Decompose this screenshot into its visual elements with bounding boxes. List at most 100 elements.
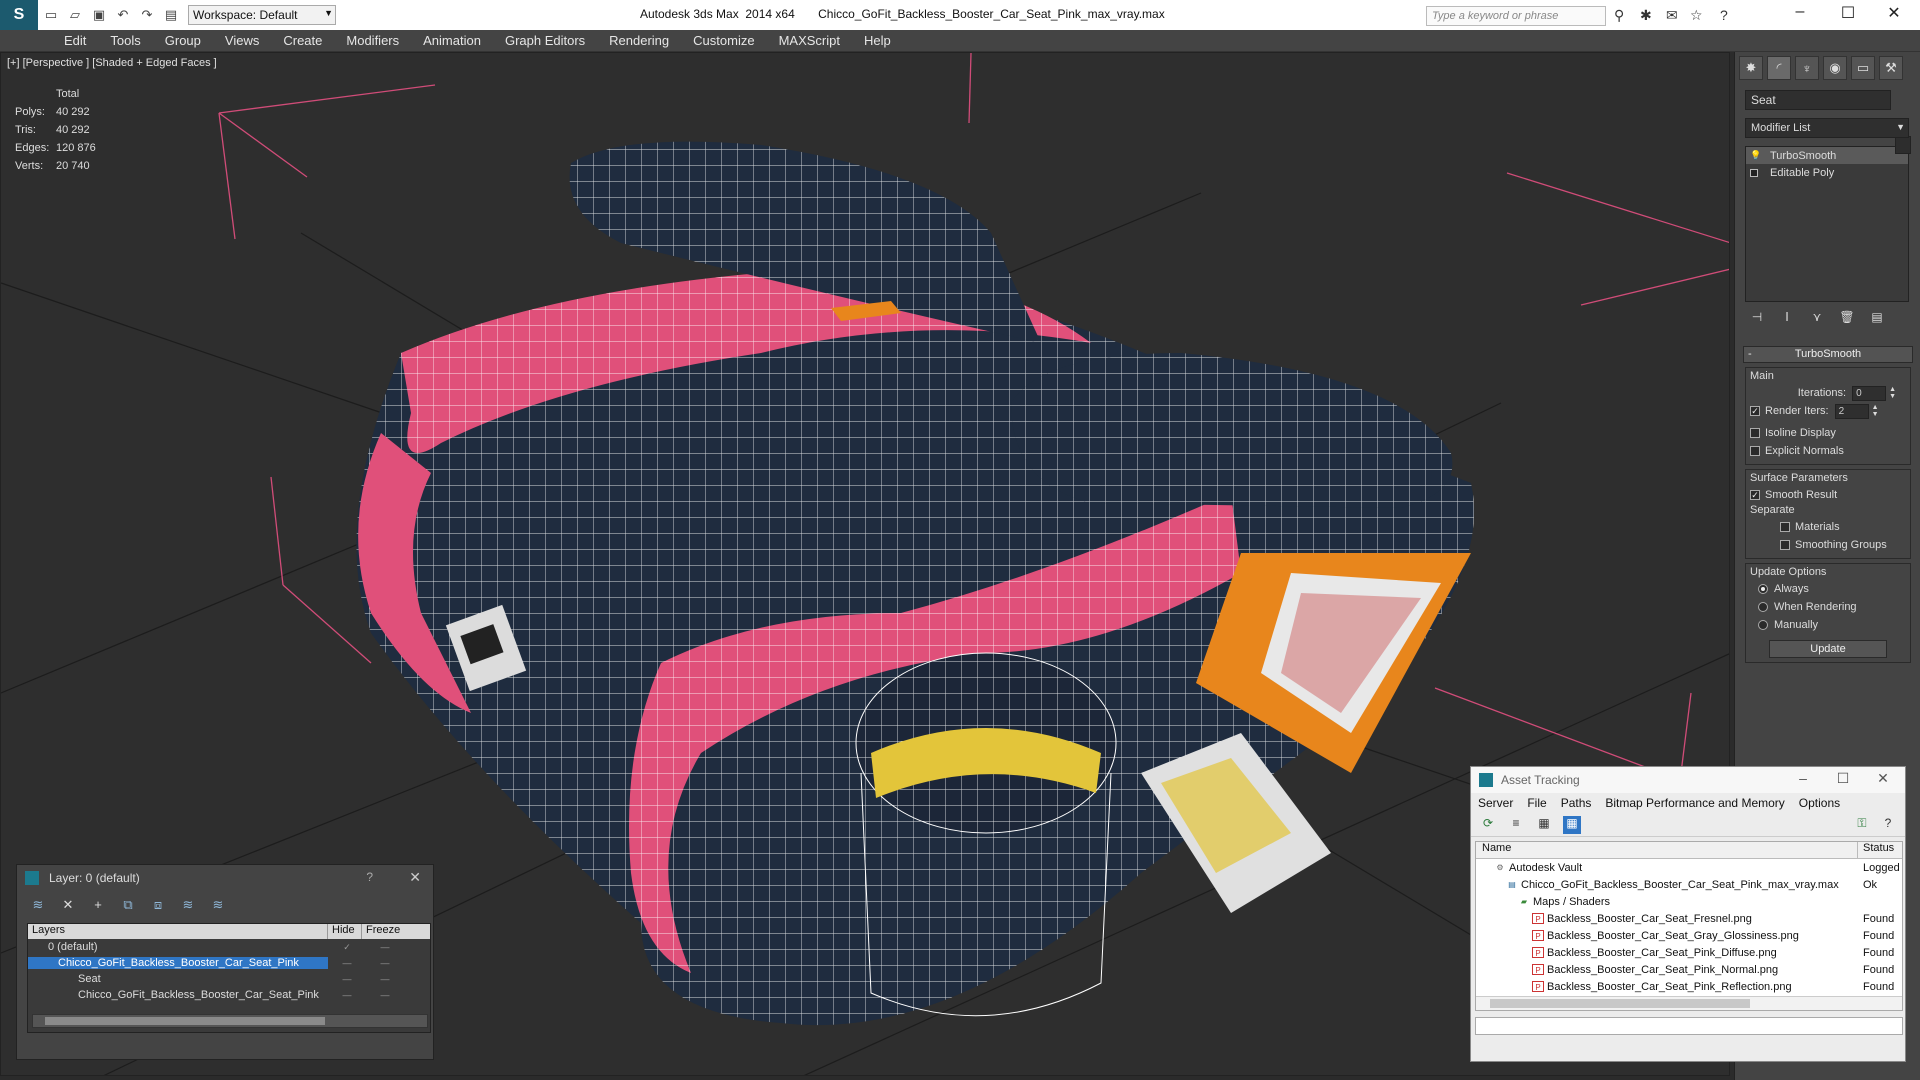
menu-file[interactable]: File <box>1520 796 1553 810</box>
make-unique-icon[interactable]: ⋎ <box>1807 310 1827 328</box>
show-end-result-icon[interactable]: Ⅰ <box>1777 310 1797 328</box>
manually-radio[interactable] <box>1758 620 1768 630</box>
hide-all-icon[interactable]: ≋ <box>177 897 199 915</box>
stack-item-editable-poly[interactable]: Editable Poly <box>1746 164 1908 181</box>
materials-checkbox[interactable] <box>1780 522 1790 532</box>
object-name-field[interactable]: Seat <box>1745 90 1891 110</box>
modifier-list-dropdown[interactable]: Modifier List ▼ <box>1745 118 1909 138</box>
layer-row[interactable]: Chicco_GoFit_Backless_Booster_Car_Seat_P… <box>28 955 430 971</box>
menu-bitmap-performance[interactable]: Bitmap Performance and Memory <box>1598 796 1791 810</box>
pin-stack-icon[interactable]: ⊣ <box>1747 310 1767 328</box>
motion-tab-icon[interactable]: ◉ <box>1823 56 1847 80</box>
project-folder-icon[interactable]: ▤ <box>160 4 182 26</box>
utilities-tab-icon[interactable]: ⚒ <box>1879 56 1903 80</box>
scrollbar-thumb[interactable] <box>1490 999 1750 1008</box>
column-hide[interactable]: Hide <box>328 924 362 939</box>
refresh-icon[interactable]: ⟳ <box>1479 816 1497 834</box>
select-objects-icon[interactable]: ⧉ <box>117 897 139 915</box>
menu-help[interactable]: Help <box>852 30 903 52</box>
favorites-star-icon[interactable]: ☆ <box>1690 7 1703 24</box>
explicit-normals-checkbox[interactable] <box>1750 446 1760 456</box>
add-to-layer-icon[interactable]: + <box>87 897 109 915</box>
stack-item-turbosmooth[interactable]: 💡 TurboSmooth <box>1746 147 1908 164</box>
save-icon[interactable]: ▣ <box>88 4 110 26</box>
freeze-toggle[interactable]: — <box>366 974 404 984</box>
display-tab-icon[interactable]: ▭ <box>1851 56 1875 80</box>
isoline-display-checkbox[interactable] <box>1750 428 1760 438</box>
help-icon[interactable]: ? <box>366 870 373 884</box>
minimize-icon[interactable]: – <box>1785 770 1821 786</box>
menu-graph-editors[interactable]: Graph Editors <box>493 30 597 52</box>
column-status[interactable]: Status <box>1858 842 1902 858</box>
layer-row[interactable]: Chicco_GoFit_Backless_Booster_Car_Seat_P… <box>28 987 430 1003</box>
undo-icon[interactable]: ↶ <box>112 4 134 26</box>
thumbnail-view-icon[interactable]: ▦ <box>1535 816 1553 834</box>
redo-icon[interactable]: ↷ <box>136 4 158 26</box>
menu-modifiers[interactable]: Modifiers <box>334 30 411 52</box>
new-file-icon[interactable]: ▭ <box>40 4 62 26</box>
spinner-arrows-icon[interactable]: ▲ ▼ <box>1872 404 1879 418</box>
always-radio[interactable] <box>1758 584 1768 594</box>
menu-edit[interactable]: Edit <box>52 30 98 52</box>
configure-sets-icon[interactable]: ▤ <box>1867 310 1887 328</box>
menu-animation[interactable]: Animation <box>411 30 493 52</box>
menu-paths[interactable]: Paths <box>1554 796 1599 810</box>
column-name[interactable]: Name <box>1476 842 1858 858</box>
hierarchy-tab-icon[interactable]: ♆ <box>1795 56 1819 80</box>
iterations-spinner[interactable]: 0 <box>1852 385 1887 401</box>
lightbulb-icon[interactable]: 💡 <box>1750 150 1762 161</box>
menu-rendering[interactable]: Rendering <box>597 30 681 52</box>
asset-row[interactable]: P Backless_Booster_Car_Seat_Gray_Glossine… <box>1476 927 1902 944</box>
close-button[interactable]: ✕ <box>1874 3 1914 27</box>
viewport-label[interactable]: [+] [Perspective ] [Shaded + Edged Faces… <box>7 57 217 69</box>
freeze-toggle[interactable]: — <box>366 990 404 1000</box>
minimize-button[interactable]: – <box>1780 3 1820 27</box>
spinner-arrows-icon[interactable]: ▲ ▼ <box>1889 386 1896 400</box>
menu-maxscript[interactable]: MAXScript <box>767 30 852 52</box>
render-iters-checkbox[interactable]: ✓ <box>1750 406 1760 416</box>
horizontal-scrollbar[interactable] <box>32 1014 428 1028</box>
app-logo[interactable]: S <box>0 0 38 30</box>
expand-box-icon[interactable] <box>1750 168 1758 177</box>
object-color-swatch[interactable] <box>1895 136 1911 154</box>
freeze-all-icon[interactable]: ≋ <box>207 897 229 915</box>
workspace-dropdown[interactable]: Workspace: Default ▼ <box>188 5 336 25</box>
update-button[interactable]: Update <box>1769 640 1887 658</box>
layer-row[interactable]: 0 (default) ✓ — <box>28 939 430 955</box>
asset-dialog-titlebar[interactable]: Asset Tracking – ☐ ✕ <box>1471 767 1905 793</box>
help-icon[interactable]: ? <box>1720 7 1728 23</box>
communication-icon[interactable]: ✉ <box>1666 7 1678 24</box>
turbosmooth-rollout[interactable]: - TurboSmooth <box>1743 346 1913 363</box>
modify-tab-icon[interactable]: ◜ <box>1767 56 1791 80</box>
binoculars-icon[interactable]: ⚲ <box>1614 7 1624 24</box>
when-rendering-radio[interactable] <box>1758 602 1768 612</box>
menu-options[interactable]: Options <box>1792 796 1847 810</box>
asset-row[interactable]: ⚙ Autodesk Vault Logged <box>1476 859 1902 876</box>
vault-login-icon[interactable]: ⚿ <box>1853 816 1871 834</box>
hide-toggle[interactable]: ✓ <box>328 942 366 953</box>
hide-toggle[interactable]: — <box>328 990 366 1000</box>
render-iters-spinner[interactable]: 2 <box>1834 403 1869 419</box>
subscription-icon[interactable]: ✱ <box>1640 7 1652 24</box>
asset-row[interactable]: ▤ Chicco_GoFit_Backless_Booster_Car_Seat_… <box>1476 876 1902 893</box>
freeze-toggle[interactable]: — <box>366 942 404 952</box>
menu-group[interactable]: Group <box>153 30 213 52</box>
open-file-icon[interactable]: ▱ <box>64 4 86 26</box>
highlight-layer-icon[interactable]: ⧈ <box>147 897 169 915</box>
close-icon[interactable]: ✕ <box>409 869 421 886</box>
help-icon[interactable]: ? <box>1879 816 1897 834</box>
asset-row[interactable]: P Backless_Booster_Car_Seat_Fresnel.png F… <box>1476 910 1902 927</box>
menu-server[interactable]: Server <box>1471 796 1520 810</box>
delete-layer-icon[interactable]: ✕ <box>57 897 79 915</box>
smooth-result-checkbox[interactable]: ✓ <box>1750 490 1760 500</box>
column-freeze[interactable]: Freeze <box>362 924 406 939</box>
menu-create[interactable]: Create <box>271 30 334 52</box>
list-view-icon[interactable]: ≡ <box>1507 816 1525 834</box>
new-layer-icon[interactable]: ≋ <box>27 897 49 915</box>
asset-row[interactable]: P Backless_Booster_Car_Seat_Pink_Reflecti… <box>1476 978 1902 995</box>
close-icon[interactable]: ✕ <box>1865 770 1901 787</box>
column-layers[interactable]: Layers <box>28 924 328 939</box>
maximize-icon[interactable]: ☐ <box>1825 770 1861 787</box>
layer-row[interactable]: Seat — — <box>28 971 430 987</box>
menu-customize[interactable]: Customize <box>681 30 766 52</box>
